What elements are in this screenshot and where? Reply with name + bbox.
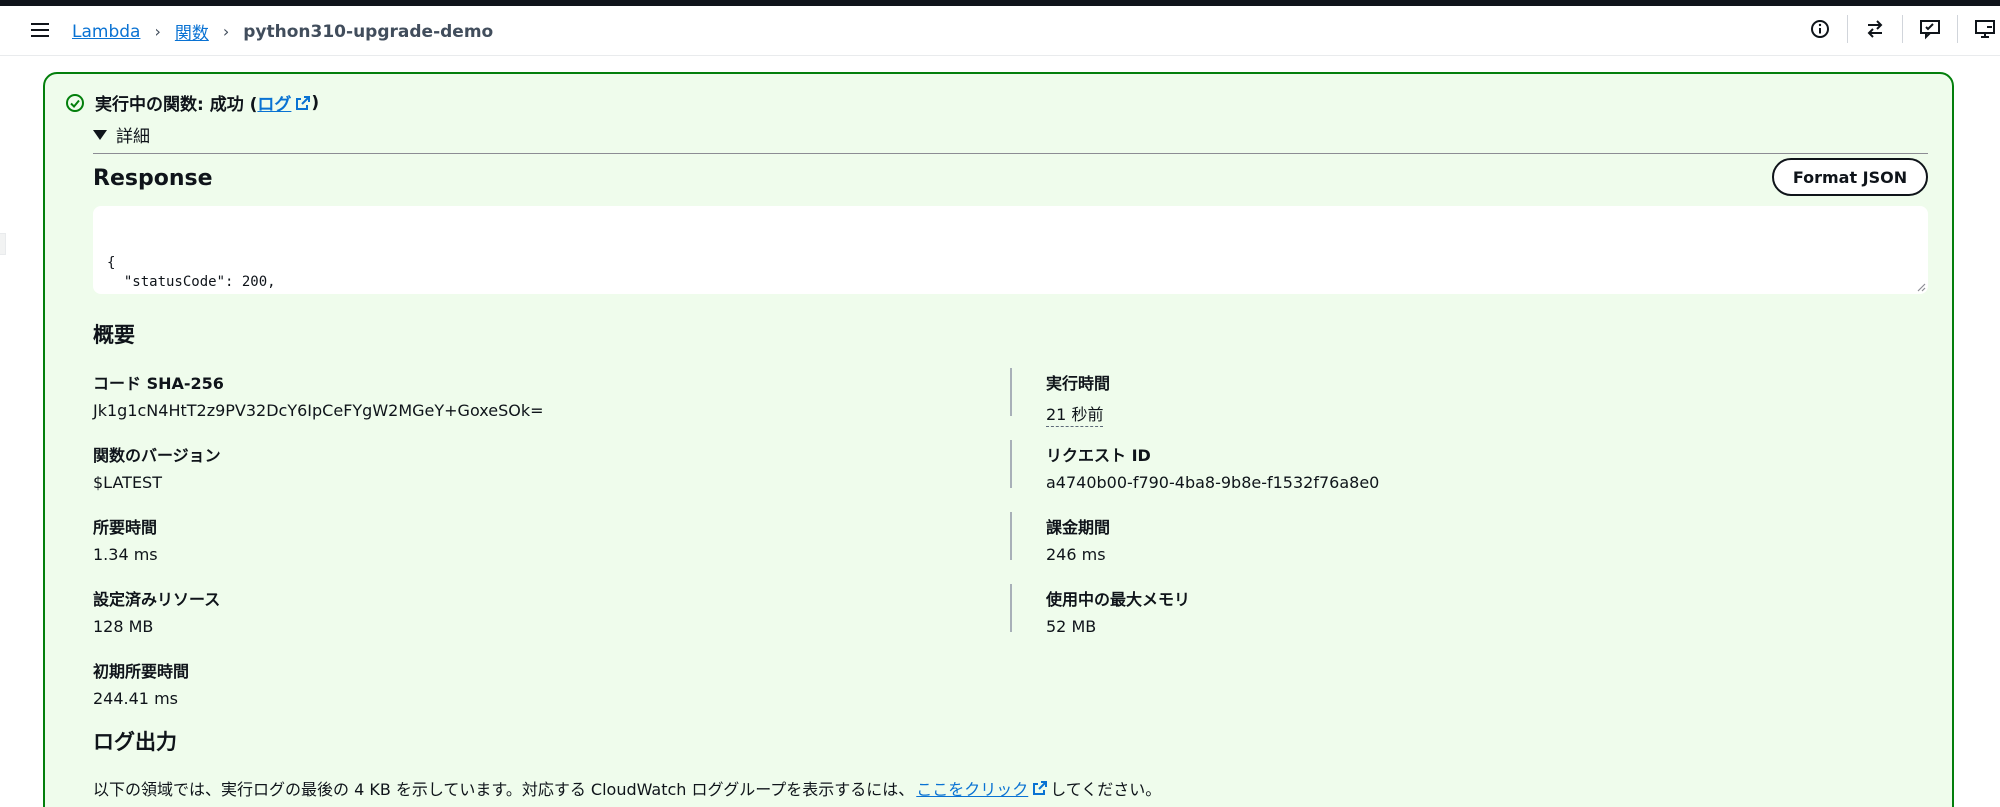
field-label: 初期所要時間 [93, 662, 190, 681]
chevron-right-icon: › [222, 22, 230, 41]
field-label: 使用中の最大メモリ [1046, 590, 1191, 609]
field-function-version: 関数のバージョン $LATEST [93, 442, 221, 492]
external-link-icon [296, 95, 311, 110]
field-label: リクエスト ID [1046, 446, 1151, 465]
field-duration: 所要時間 1.34 ms [93, 514, 158, 564]
response-code-text: { "statusCode": 200, "body": "{\"process… [107, 255, 1127, 294]
response-heading: Response [93, 166, 213, 191]
field-label: 設定済みリソース [93, 590, 221, 609]
divider [1847, 15, 1848, 43]
field-value: 52 MB [1046, 617, 1097, 636]
chevron-right-icon: › [154, 22, 161, 41]
field-execution-time: 実行時間 21 秒前 [1046, 370, 1110, 427]
success-check-icon [66, 93, 84, 112]
log-link-label: ログ [257, 95, 292, 115]
breadcrumb-functions[interactable]: 関数 [175, 19, 209, 44]
breadcrumb: Lambda › 関数 › python310-upgrade-demo [72, 19, 494, 45]
log-link[interactable]: ログ [257, 90, 311, 115]
field-value: a4740b00-f790-4ba8-9b8e-f1532f76a8e0 [1046, 473, 1380, 492]
side-panel-handle[interactable] [0, 233, 6, 255]
resize-handle-icon[interactable] [1916, 282, 1926, 292]
status-suffix: ) [311, 92, 320, 113]
field-value: Jk1g1cN4HtT2z9PV32DcY6IpCeFYgW2MGeY+Goxe… [93, 401, 544, 420]
cloudwatch-link-label: ここをクリック [916, 780, 1029, 799]
field-label: コード SHA-256 [93, 374, 224, 393]
field-label: 実行時間 [1046, 374, 1111, 393]
details-toggle[interactable]: 詳細 [93, 122, 1928, 154]
header-tools [1805, 14, 2000, 44]
status-text: 実行中の関数: 成功 ( [95, 95, 258, 115]
response-code[interactable]: { "statusCode": 200, "body": "{\"process… [93, 206, 1928, 294]
field-code-sha: コード SHA-256 Jk1g1cN4HtT2z9PV32DcY6IpCeFY… [93, 370, 544, 420]
log-output-description: 以下の領域では、実行ログの最後の 4 KB を示しています。対応する Cloud… [93, 776, 1161, 800]
summary-heading: 概要 [93, 323, 135, 347]
caret-down-icon [93, 129, 107, 140]
log-output-heading: ログ出力 [93, 730, 177, 754]
field-value: 128 MB [93, 617, 154, 636]
feedback-icon[interactable] [1915, 14, 1945, 44]
column-divider [1010, 368, 1012, 416]
field-request-id: リクエスト ID a4740b00-f790-4ba8-9b8e-f1532f7… [1046, 442, 1379, 492]
divider [1902, 15, 1903, 43]
field-value: $LATEST [93, 473, 162, 492]
swap-icon[interactable] [1860, 14, 1890, 44]
app-header: Lambda › 関数 › python310-upgrade-demo [0, 6, 2000, 56]
field-max-memory: 使用中の最大メモリ 52 MB [1046, 586, 1190, 636]
breadcrumb-lambda[interactable]: Lambda [72, 22, 140, 42]
field-configured-resources: 設定済みリソース 128 MB [93, 586, 220, 636]
column-divider [1010, 440, 1012, 488]
details-label: 詳細 [116, 127, 150, 147]
field-value[interactable]: 21 秒前 [1046, 401, 1104, 427]
field-label: 所要時間 [93, 518, 158, 537]
external-link-icon [1033, 781, 1048, 795]
field-value: 1.34 ms [93, 545, 158, 564]
format-json-button[interactable]: Format JSON [1772, 158, 1928, 196]
menu-icon[interactable] [28, 18, 52, 42]
column-divider [1010, 512, 1012, 560]
info-icon[interactable] [1805, 14, 1835, 44]
log-text-before: 以下の領域では、実行ログの最後の 4 KB を示しています。対応する Cloud… [93, 780, 915, 799]
log-text-after: してください。 [1050, 780, 1162, 799]
screen-icon[interactable] [1970, 14, 2000, 44]
field-value: 244.41 ms [93, 689, 178, 708]
execution-result-panel: 実行中の関数: 成功 ( ログ ) 詳細 Response Format JSO… [43, 72, 1954, 807]
divider [1957, 15, 1958, 43]
cloudwatch-link[interactable]: ここをクリック [916, 776, 1048, 800]
field-label: 関数のバージョン [93, 446, 221, 465]
breadcrumb-current: python310-upgrade-demo [243, 21, 494, 42]
field-billed-duration: 課金期間 246 ms [1046, 514, 1110, 564]
field-value: 246 ms [1046, 545, 1106, 564]
field-init-duration: 初期所要時間 244.41 ms [93, 658, 189, 708]
column-divider [1010, 584, 1012, 632]
field-label: 課金期間 [1046, 518, 1111, 537]
execution-status: 実行中の関数: 成功 ( ログ ) [65, 90, 319, 115]
